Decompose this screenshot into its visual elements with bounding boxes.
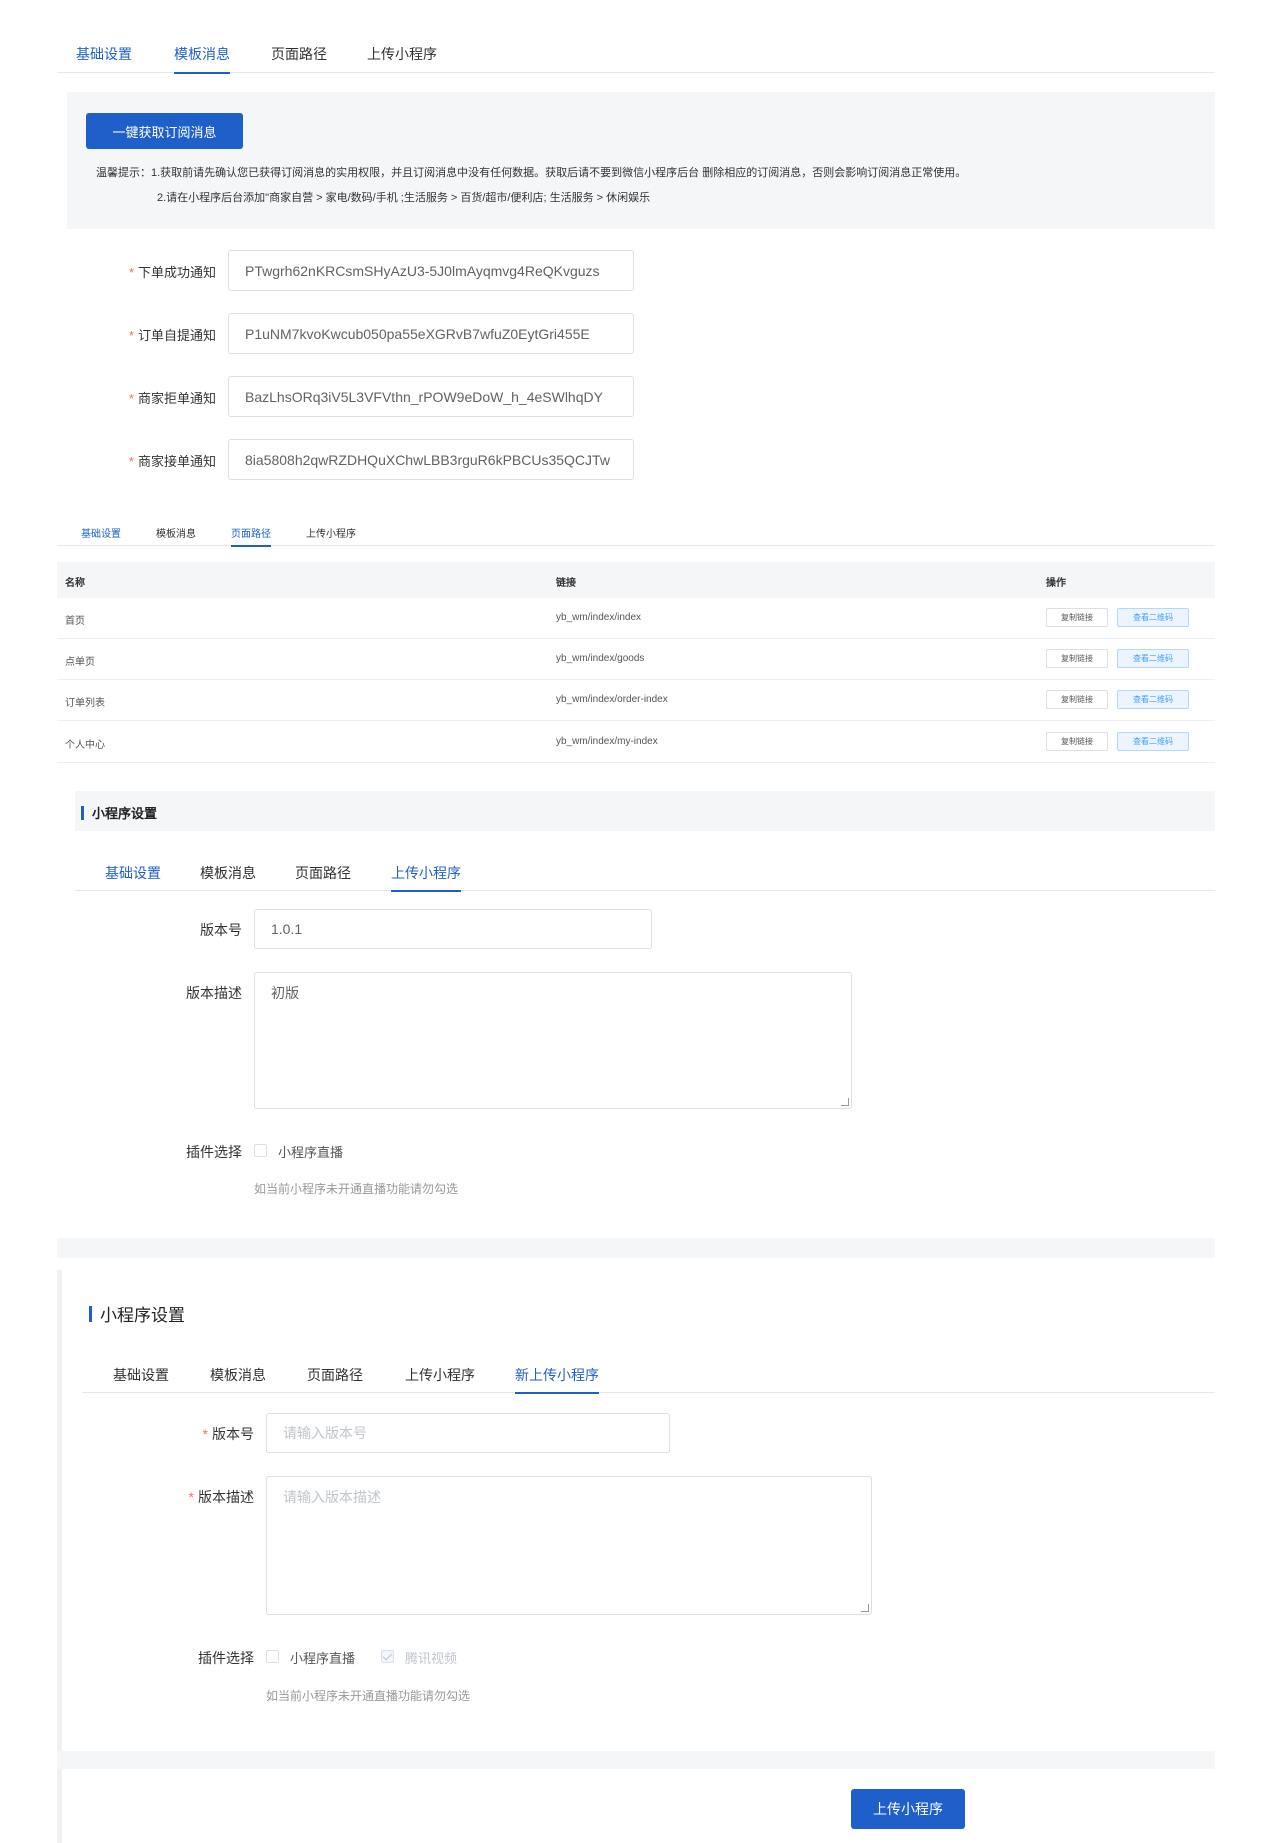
- column-name: 名称: [65, 578, 85, 589]
- row-3-name: 订单列表: [65, 698, 105, 709]
- footer-band: [57, 1751, 1215, 1769]
- plugin-hint: 如当前小程序未开通直播功能请勿勾选: [254, 1182, 459, 1196]
- row-divider: [57, 638, 1215, 639]
- row-1-view-qr-button[interactable]: 查看二维码: [1117, 608, 1189, 627]
- plugin-label: 插件选择: [186, 1144, 242, 1160]
- tab-page-path-3[interactable]: 页面路径: [295, 863, 351, 883]
- row-3-copy-link-button[interactable]: 复制链接: [1046, 690, 1108, 709]
- tab-basic-settings[interactable]: 基础设置: [76, 44, 132, 64]
- tab-page-path[interactable]: 页面路径: [271, 44, 327, 64]
- tab-template-message-3[interactable]: 模板消息: [200, 863, 256, 883]
- section4-title: 小程序设置: [89, 1301, 185, 1326]
- resize-handle-icon[interactable]: [861, 1604, 869, 1612]
- tab-template-message[interactable]: 模板消息: [174, 44, 230, 74]
- title-bar: [89, 1305, 92, 1322]
- new-version-placeholder: 请输入版本号: [283, 1425, 367, 1441]
- row-1-copy-link-button[interactable]: 复制链接: [1046, 608, 1108, 627]
- tip-line-1: 温馨提示：1.获取前请先确认您已获得订阅消息的实用权限，并且订阅消息中没有任何数…: [96, 167, 967, 179]
- description-text: 初版: [271, 985, 299, 1001]
- tab-basic-settings-2[interactable]: 基础设置: [81, 525, 121, 540]
- section3-title: 小程序设置: [81, 803, 157, 822]
- new-plugin-label: 插件选择: [198, 1650, 254, 1666]
- description-label: 版本描述: [186, 985, 242, 1001]
- tab-upload-miniprogram[interactable]: 上传小程序: [367, 44, 437, 64]
- tab-page-path-2[interactable]: 页面路径: [231, 525, 271, 547]
- tip-line-2: 2.请在小程序后台添加"商家自营 > 家电/数码/手机 ;生活服务 > 百货/超…: [157, 192, 651, 204]
- tencent-video-label: 腾讯视频: [405, 1651, 458, 1666]
- row-4-link: yb_wm/index/my-index: [556, 736, 658, 747]
- section-divider-band: [57, 1238, 1215, 1258]
- reject-notice-label: * 商家拒单通知: [128, 391, 216, 406]
- pickup-notice-label: * 订单自提通知: [128, 328, 216, 343]
- tab-template-message-4[interactable]: 模板消息: [210, 1365, 266, 1385]
- section3-tabs: 基础设置 模板消息 页面路径 上传小程序: [75, 852, 1215, 892]
- column-link: 链接: [556, 578, 576, 589]
- accept-notice-input[interactable]: 8ia5808h2qwRZDHQuXChwLBB3rguR6kPBCUs35QC…: [228, 439, 634, 480]
- reject-notice-input[interactable]: BazLhsORq3iV5L3VFVthn_rPOW9eDoW_h_4eSWlh…: [228, 376, 634, 417]
- row-3-view-qr-button[interactable]: 查看二维码: [1117, 690, 1189, 709]
- row-3-link: yb_wm/index/order-index: [556, 694, 668, 705]
- version-label: 版本号: [200, 922, 242, 938]
- order-success-input[interactable]: PTwgrh62nKRCsmSHyAzU3-5J0lmAyqmvg4ReQKvg…: [228, 250, 634, 291]
- title-bar: [81, 805, 84, 820]
- new-description-placeholder: 请输入版本描述: [283, 1489, 381, 1505]
- tab-page-path-4[interactable]: 页面路径: [307, 1365, 363, 1385]
- new-description-textarea[interactable]: 请输入版本描述: [266, 1476, 872, 1615]
- new-description-label: * 版本描述: [188, 1489, 254, 1505]
- tab-template-message-2[interactable]: 模板消息: [156, 525, 196, 540]
- section4-tabs: 基础设置 模板消息 页面路径 上传小程序 新上传小程序: [82, 1354, 1215, 1394]
- description-textarea[interactable]: 初版: [254, 972, 852, 1109]
- tab-basic-settings-4[interactable]: 基础设置: [113, 1365, 169, 1385]
- upload-miniprogram-button[interactable]: 上传小程序: [851, 1789, 965, 1829]
- live-plugin-label: 小程序直播: [278, 1145, 344, 1160]
- tab-new-upload-miniprogram[interactable]: 新上传小程序: [515, 1365, 599, 1394]
- row-2-name: 点单页: [65, 657, 95, 668]
- version-input[interactable]: 1.0.1: [254, 909, 652, 949]
- new-live-plugin-label: 小程序直播: [290, 1651, 356, 1666]
- row-2-copy-link-button[interactable]: 复制链接: [1046, 649, 1108, 668]
- tab-upload-miniprogram-3[interactable]: 上传小程序: [391, 863, 461, 892]
- row-4-name: 个人中心: [65, 740, 105, 751]
- tencent-video-checkbox[interactable]: [381, 1650, 394, 1663]
- new-live-plugin-checkbox[interactable]: [266, 1650, 279, 1663]
- section3-header-bg: [75, 791, 1215, 831]
- resize-handle-icon[interactable]: [841, 1098, 849, 1106]
- row-1-name: 首页: [65, 616, 85, 627]
- tab-basic-settings-3[interactable]: 基础设置: [105, 863, 161, 883]
- row-divider: [57, 679, 1215, 680]
- order-success-label: * 下单成功通知: [128, 265, 216, 280]
- section1-tabs: 基础设置 模板消息 页面路径 上传小程序: [57, 36, 1215, 74]
- tab-upload-miniprogram-2[interactable]: 上传小程序: [306, 525, 356, 540]
- new-plugin-hint: 如当前小程序未开通直播功能请勿勾选: [266, 1689, 471, 1703]
- accept-notice-label: * 商家接单通知: [128, 454, 216, 469]
- tab-upload-miniprogram-4[interactable]: 上传小程序: [405, 1365, 475, 1385]
- column-actions: 操作: [1046, 578, 1066, 589]
- row-divider: [57, 762, 1215, 763]
- row-divider: [57, 720, 1215, 721]
- fetch-subscription-button[interactable]: 一键获取订阅消息: [86, 113, 243, 149]
- section4-title-text: 小程序设置: [100, 1306, 185, 1325]
- section2-tabs: 基础设置 模板消息 页面路径 上传小程序: [57, 516, 1215, 547]
- row-4-view-qr-button[interactable]: 查看二维码: [1117, 732, 1189, 751]
- row-4-copy-link-button[interactable]: 复制链接: [1046, 732, 1108, 751]
- pickup-notice-input[interactable]: P1uNM7kvoKwcub050pa55eXGRvB7wfuZ0EytGri4…: [228, 313, 634, 354]
- row-1-link: yb_wm/index/index: [556, 612, 642, 623]
- row-2-view-qr-button[interactable]: 查看二维码: [1117, 649, 1189, 668]
- new-version-input[interactable]: 请输入版本号: [266, 1413, 670, 1453]
- new-version-label: * 版本号: [202, 1426, 254, 1442]
- live-plugin-checkbox[interactable]: [254, 1144, 267, 1157]
- section3-title-text: 小程序设置: [92, 806, 158, 821]
- table-header: [57, 562, 1215, 598]
- row-2-link: yb_wm/index/goods: [556, 653, 645, 664]
